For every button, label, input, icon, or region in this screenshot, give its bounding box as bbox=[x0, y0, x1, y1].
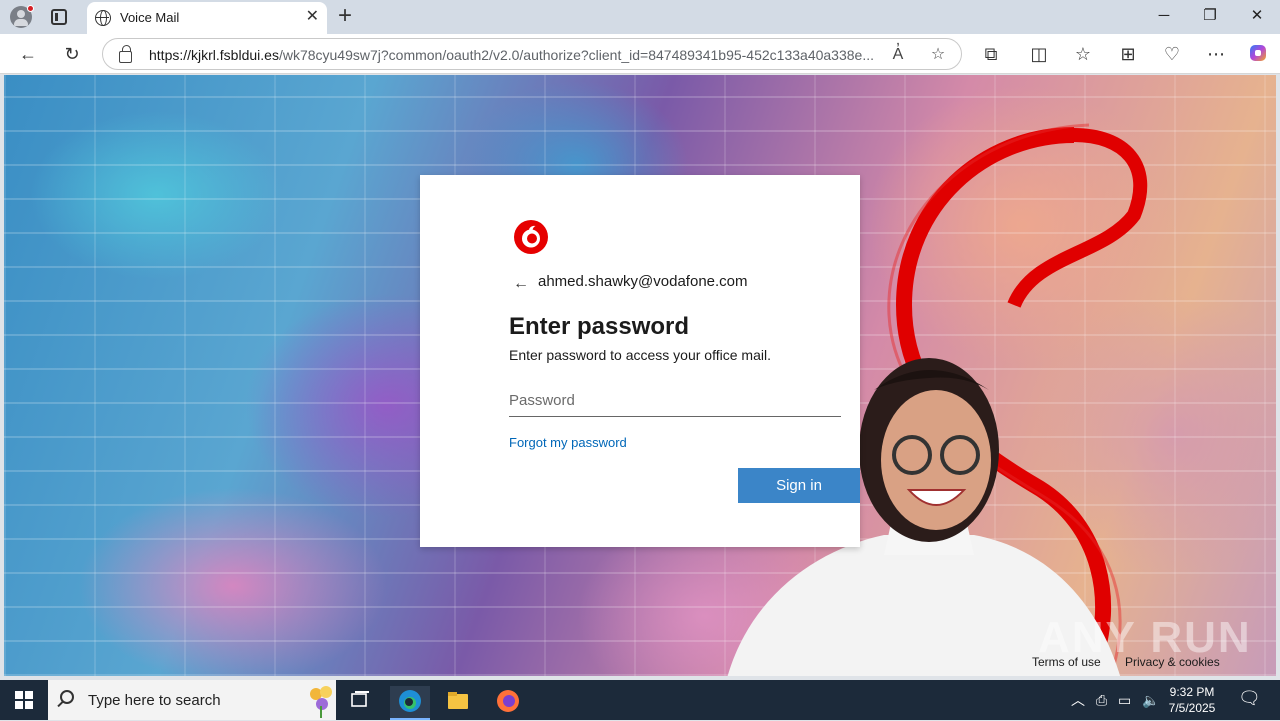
notification-dot bbox=[27, 5, 34, 12]
windows-start-icon[interactable] bbox=[15, 691, 33, 709]
volume-icon[interactable]: 🔈 bbox=[1142, 691, 1159, 709]
globe-icon bbox=[95, 10, 111, 26]
browser-essentials-icon[interactable]: ♡ bbox=[1160, 42, 1184, 66]
tab-strip: Voice Mail ✕ + ─ ❐ ✕ bbox=[0, 0, 1280, 34]
back-arrow-icon[interactable]: ← bbox=[513, 275, 529, 293]
account-email: ahmed.shawky@vodafone.com bbox=[538, 273, 748, 290]
notification-center-icon[interactable]: 🗨 bbox=[1238, 689, 1261, 707]
page-viewport: ← ahmed.shawky@vodafone.com Enter passwo… bbox=[4, 75, 1276, 676]
file-explorer-icon[interactable] bbox=[438, 686, 478, 720]
login-card: ← ahmed.shawky@vodafone.com Enter passwo… bbox=[420, 175, 860, 547]
address-bar[interactable]: https://kjkrl.fsbldui.es/wk78cyu49sw7j?c… bbox=[102, 38, 962, 70]
clock-date: 7/5/2025 bbox=[1168, 701, 1216, 715]
sign-in-button[interactable]: Sign in bbox=[738, 468, 860, 503]
tab-actions-icon[interactable] bbox=[51, 9, 67, 25]
taskbar-search[interactable]: Type here to search bbox=[48, 680, 336, 720]
minimize-button[interactable]: ─ bbox=[1150, 6, 1178, 26]
favorites-icon[interactable]: ☆ bbox=[1071, 42, 1095, 66]
browser-tab[interactable]: Voice Mail ✕ bbox=[87, 2, 327, 34]
clock-time: 9:32 PM bbox=[1169, 685, 1215, 699]
privacy-cookies-link[interactable]: Privacy & cookies bbox=[1125, 655, 1220, 669]
flowers-search-art-icon bbox=[310, 686, 332, 718]
task-view-icon[interactable] bbox=[340, 686, 380, 720]
taskbar: Type here to search ︿ ⎙ ▭ 🔈 9:32 PM 7/5/… bbox=[0, 680, 1280, 720]
read-aloud-icon[interactable]: A̓ bbox=[887, 44, 909, 66]
device-icon[interactable]: ⎙ bbox=[1096, 691, 1107, 709]
terms-of-use-link[interactable]: Terms of use bbox=[1032, 655, 1101, 669]
back-icon[interactable]: ← bbox=[16, 42, 40, 66]
password-field[interactable] bbox=[509, 385, 841, 417]
refresh-icon[interactable]: ↻ bbox=[60, 42, 84, 66]
firefox-icon[interactable] bbox=[488, 686, 528, 720]
extensions-icon[interactable]: ⧉ bbox=[979, 42, 1003, 66]
forgot-password-link[interactable]: Forgot my password bbox=[509, 435, 627, 450]
more-options-icon[interactable]: ⋯ bbox=[1204, 42, 1228, 66]
edge-taskbar-icon[interactable] bbox=[390, 686, 430, 720]
system-clock[interactable]: 9:32 PM 7/5/2025 bbox=[1160, 684, 1224, 716]
search-icon bbox=[60, 690, 74, 704]
new-tab-button[interactable]: + bbox=[338, 4, 352, 28]
page-title: Enter password bbox=[509, 313, 690, 340]
network-icon[interactable]: ▭ bbox=[1118, 691, 1131, 709]
vodafone-logo-icon bbox=[514, 220, 548, 254]
collections-icon[interactable]: ⊞ bbox=[1116, 42, 1140, 66]
url-text[interactable]: https://kjkrl.fsbldui.es/wk78cyu49sw7j?c… bbox=[149, 47, 879, 63]
instruction-text: Enter password to access your office mai… bbox=[509, 347, 771, 363]
search-placeholder: Type here to search bbox=[88, 692, 221, 709]
show-hidden-icons-chevron-icon[interactable]: ︿ bbox=[1071, 691, 1085, 709]
browser-toolbar: ← ↻ https://kjkrl.fsbldui.es/wk78cyu49sw… bbox=[0, 34, 1280, 74]
restore-button[interactable]: ❐ bbox=[1196, 6, 1224, 26]
close-tab-icon[interactable]: ✕ bbox=[306, 8, 319, 26]
favorite-star-icon[interactable]: ☆ bbox=[927, 44, 949, 66]
copilot-icon[interactable] bbox=[1246, 42, 1270, 66]
tab-title: Voice Mail bbox=[120, 10, 180, 25]
close-window-button[interactable]: ✕ bbox=[1243, 6, 1271, 26]
lock-icon[interactable] bbox=[119, 45, 132, 63]
split-screen-icon[interactable]: ◫ bbox=[1027, 42, 1051, 66]
